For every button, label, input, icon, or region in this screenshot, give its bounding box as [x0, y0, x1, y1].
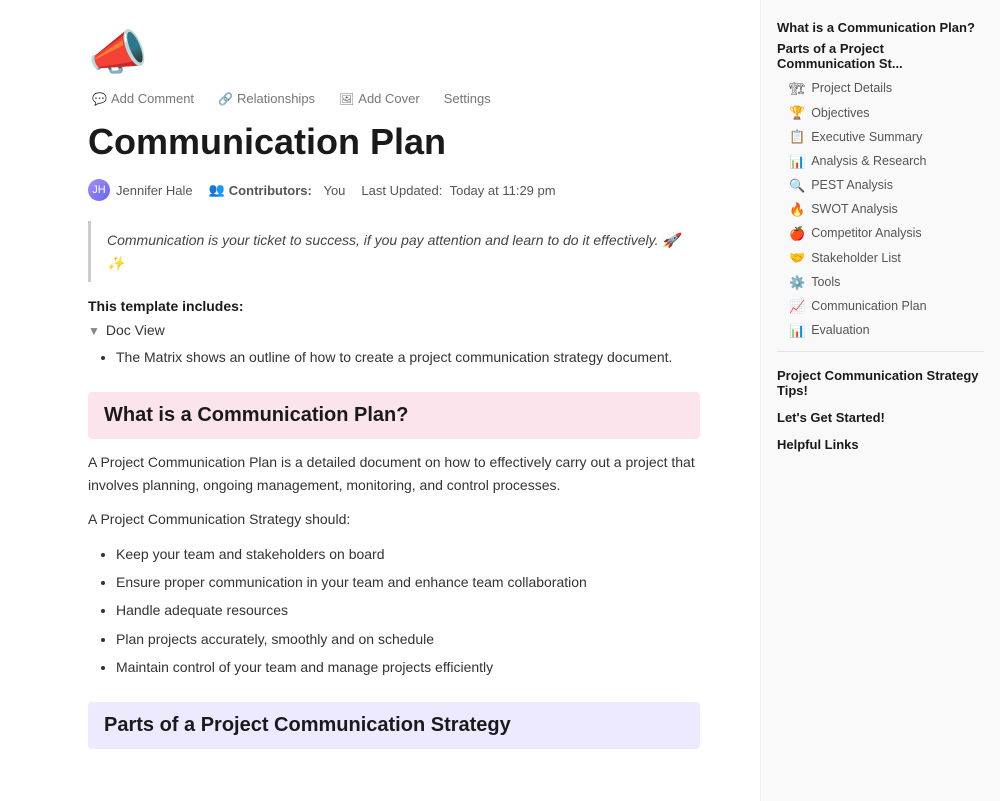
section1-bullets: Keep your team and stakeholders on board… — [88, 543, 700, 679]
sidebar-item-icon: 📋 — [789, 128, 805, 146]
sidebar-item-label: Executive Summary — [811, 129, 922, 147]
sidebar-group3[interactable]: Let's Get Started! — [777, 402, 984, 429]
toggle-label: Doc View — [106, 322, 165, 338]
sidebar-item[interactable]: ⚙️ Tools — [777, 271, 984, 295]
list-item: Keep your team and stakeholders on board — [116, 543, 700, 565]
sidebar-item[interactable]: 🤝 Stakeholder List — [777, 246, 984, 270]
sidebar-item-label: Analysis & Research — [811, 153, 926, 171]
sidebar-item-icon: 🔍 — [789, 177, 805, 195]
quote-block: Communication is your ticket to success,… — [88, 221, 700, 282]
comment-icon: 💬 — [92, 92, 107, 106]
main-content: 📣 💬 Add Comment 🔗 Relationships 🖼 Add Co… — [0, 0, 760, 801]
sidebar-item-label: Evaluation — [811, 322, 869, 340]
avatar: JH — [88, 179, 110, 201]
quote-text: Communication is your ticket to success,… — [107, 232, 680, 270]
sidebar-parts-link[interactable]: Parts of a Project Communication St... — [777, 41, 984, 71]
toggle-bullet: The Matrix shows an outline of how to cr… — [116, 346, 700, 368]
sidebar-item[interactable]: 📊 Analysis & Research — [777, 150, 984, 174]
section1-paragraph1: A Project Communication Plan is a detail… — [88, 451, 700, 496]
list-item: Ensure proper communication in your team… — [116, 571, 700, 593]
settings-button[interactable]: Settings — [440, 89, 495, 108]
sidebar-item-label: PEST Analysis — [811, 177, 893, 195]
section2-heading: Parts of a Project Communication Strateg… — [88, 702, 700, 749]
contributors-icon: 👥 — [209, 182, 225, 198]
section1-heading: What is a Communication Plan? — [88, 392, 700, 439]
add-cover-button[interactable]: 🖼 Add Cover — [335, 89, 424, 108]
sidebar-item-icon: 🍎 — [789, 225, 805, 243]
image-icon: 🖼 — [339, 92, 354, 106]
author: JH Jennifer Hale — [88, 179, 193, 201]
relationships-button[interactable]: 🔗 Relationships — [214, 89, 319, 108]
link-icon: 🔗 — [218, 92, 233, 106]
sidebar-group2[interactable]: Project Communication Strategy Tips! — [777, 360, 984, 402]
sidebar-item[interactable]: 🍎 Competitor Analysis — [777, 222, 984, 246]
sidebar-item[interactable]: 📋 Executive Summary — [777, 125, 984, 149]
sidebar-item-icon: 🏗 — [789, 80, 806, 98]
sidebar-divider — [777, 351, 984, 352]
list-item: Maintain control of your team and manage… — [116, 656, 700, 678]
sidebar-item-label: Project Details — [812, 80, 893, 98]
toggle-content: The Matrix shows an outline of how to cr… — [88, 346, 700, 368]
sidebar-item-icon: 📊 — [789, 153, 805, 171]
sidebar-item-icon: 📈 — [789, 298, 805, 316]
sidebar-item-label: Competitor Analysis — [811, 225, 921, 243]
sidebar-item[interactable]: 🏆 Objectives — [777, 101, 984, 125]
author-name: Jennifer Hale — [116, 183, 193, 198]
sidebar-item[interactable]: 📈 Communication Plan — [777, 295, 984, 319]
sidebar-item-icon: ⚙️ — [789, 274, 805, 292]
contributors: 👥 Contributors: You — [209, 182, 346, 198]
sidebar-item-icon: 🤝 — [789, 249, 805, 267]
sidebar-item[interactable]: 🏗 Project Details — [777, 77, 984, 101]
list-item: Handle adequate resources — [116, 599, 700, 621]
sidebar: What is a Communication Plan? Parts of a… — [760, 0, 1000, 801]
sidebar-item[interactable]: 📊 Evaluation — [777, 319, 984, 343]
sidebar-top-link[interactable]: What is a Communication Plan? — [777, 20, 984, 35]
sidebar-item[interactable]: 🔍 PEST Analysis — [777, 174, 984, 198]
sidebar-items: 🏗 Project Details 🏆 Objectives 📋 Executive Su… — [777, 77, 984, 343]
sidebar-item-label: SWOT Analysis — [811, 201, 898, 219]
add-comment-button[interactable]: 💬 Add Comment — [88, 89, 198, 108]
sidebar-item-label: Tools — [811, 274, 840, 292]
sidebar-item[interactable]: 🔥 SWOT Analysis — [777, 198, 984, 222]
list-item: Plan projects accurately, smoothly and o… — [116, 628, 700, 650]
meta-row: JH Jennifer Hale 👥 Contributors: You Las… — [88, 179, 700, 201]
template-includes-label: This template includes: — [88, 298, 700, 314]
sidebar-item-icon: 🔥 — [789, 201, 805, 219]
sidebar-item-label: Objectives — [811, 105, 869, 123]
sidebar-item-label: Communication Plan — [811, 298, 926, 316]
sidebar-group4[interactable]: Helpful Links — [777, 429, 984, 456]
section1-paragraph2: A Project Communication Strategy should: — [88, 508, 700, 530]
toggle-item[interactable]: ▼ Doc View — [88, 322, 700, 338]
page-title: Communication Plan — [88, 120, 700, 163]
toggle-arrow-icon: ▼ — [88, 324, 100, 338]
sidebar-item-icon: 📊 — [789, 322, 805, 340]
toolbar: 💬 Add Comment 🔗 Relationships 🖼 Add Cove… — [88, 89, 700, 108]
page-icon: 📣 — [88, 24, 700, 81]
last-updated: Last Updated: Today at 11:29 pm — [361, 183, 555, 198]
sidebar-item-label: Stakeholder List — [811, 250, 901, 268]
sidebar-item-icon: 🏆 — [789, 104, 805, 122]
